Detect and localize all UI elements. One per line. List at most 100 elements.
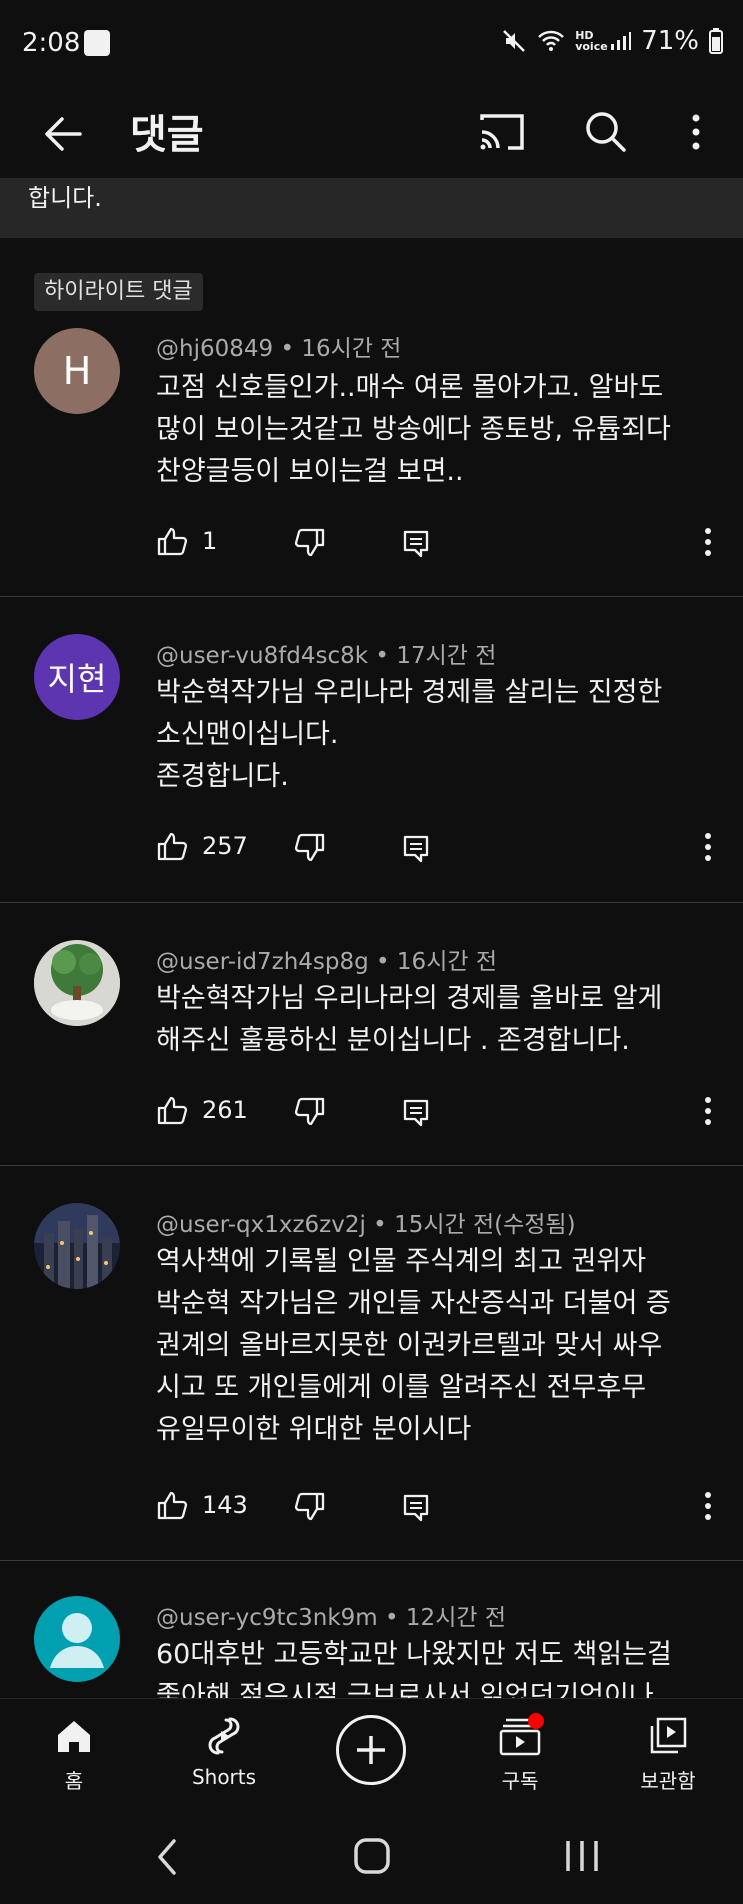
comment-line: 유일무이한 위대한 분이시다 xyxy=(156,1414,472,1445)
avatar[interactable] xyxy=(34,1596,120,1682)
plus-icon xyxy=(357,1736,385,1764)
like-count: 261 xyxy=(202,1096,248,1124)
page-title: 댓글 xyxy=(130,112,204,158)
like-count: 1 xyxy=(202,527,218,555)
comment-item: @user-yc9tc3nk9m • 12시간 전 60대후반 고등학교만 나왔… xyxy=(0,1560,743,1698)
comment-line: 박순혁 작가님은 개인들 자산증식과 더불어 증 xyxy=(156,1288,671,1319)
nav-library-label: 보관함 xyxy=(640,1769,696,1793)
nav-subscriptions[interactable]: 구독 xyxy=(460,1713,580,1794)
comment-line: 권계의 올바르지못한 이권카르텔과 맞서 싸우 xyxy=(156,1330,663,1361)
comment-line: 역사책에 기록될 인물 주식계의 최고 권위자 xyxy=(156,1246,647,1277)
comment-actions: 1 xyxy=(156,525,716,565)
search-button[interactable] xyxy=(578,104,634,160)
nav-subscriptions-label: 구독 xyxy=(501,1769,539,1793)
comment-line: 박순혁작가님 우리나라의 경제를 올바로 알게 xyxy=(156,983,663,1014)
dislike-button[interactable] xyxy=(294,527,326,563)
comment-line: 소신맨이십니다. xyxy=(156,719,339,750)
comment-time: 12시간 전 xyxy=(405,1605,506,1631)
dislike-button[interactable] xyxy=(294,1491,326,1527)
notification-app-icon xyxy=(84,30,110,56)
battery-icon xyxy=(709,28,723,54)
system-back-icon[interactable] xyxy=(150,1836,186,1878)
more-vertical-icon xyxy=(705,528,711,556)
nav-shorts[interactable]: Shorts xyxy=(164,1713,284,1789)
comment-text[interactable]: 고점 신호들인가..매수 여론 몰아가고. 알바도 많이 보이는것같고 방송에다… xyxy=(156,367,716,493)
avatar[interactable] xyxy=(34,940,120,1026)
status-icons: HD voice 71% xyxy=(501,26,723,56)
comment-more-button[interactable] xyxy=(696,1094,720,1132)
cast-button[interactable] xyxy=(474,104,530,160)
comment-text[interactable]: 역사책에 기록될 인물 주식계의 최고 권위자 박순혁 작가님은 개인들 자산증… xyxy=(156,1241,716,1451)
comment-author[interactable]: @user-qx1xz6zv2j xyxy=(156,1212,366,1238)
comment-author[interactable]: @user-id7zh4sp8g xyxy=(156,949,369,975)
reply-button[interactable] xyxy=(402,834,430,868)
highlighted-comment-badge: 하이라이트 댓글 xyxy=(34,273,203,311)
avatar-letter: 지현 xyxy=(47,660,107,698)
comment-line: 존경합니다. xyxy=(156,761,289,792)
comment-item: @user-id7zh4sp8g • 16시간 전 박순혁작가님 우리나라의 경… xyxy=(0,902,743,1166)
system-navigation-bar xyxy=(0,1810,743,1904)
dislike-button[interactable] xyxy=(294,1096,326,1132)
nav-library[interactable]: 보관함 xyxy=(608,1713,728,1794)
system-recents-icon[interactable] xyxy=(562,1836,602,1876)
comment-text[interactable]: 박순혁작가님 우리나라 경제를 살리는 진정한 소신맨이십니다. 존경합니다. xyxy=(156,672,716,798)
shorts-icon xyxy=(208,1717,240,1755)
status-bar: 2:08 HD voice 71% xyxy=(0,0,743,88)
like-button[interactable]: 1 xyxy=(156,525,217,557)
notification-dot xyxy=(528,1713,544,1729)
back-button[interactable] xyxy=(36,106,92,162)
comment-more-button[interactable] xyxy=(696,525,720,563)
create-button[interactable] xyxy=(336,1715,406,1785)
comment-author[interactable]: @hj60849 xyxy=(156,336,273,362)
dislike-button[interactable] xyxy=(294,832,326,868)
status-time: 2:08 xyxy=(22,28,81,58)
nav-home[interactable]: 홈 xyxy=(14,1713,134,1794)
pinned-comment-text: 합니다. xyxy=(28,184,102,212)
search-icon xyxy=(586,112,626,152)
library-icon xyxy=(650,1717,687,1754)
comment-author[interactable]: @user-yc9tc3nk9m xyxy=(156,1605,378,1631)
avatar[interactable]: H xyxy=(34,328,120,414)
more-options-button[interactable] xyxy=(672,104,720,160)
comment-meta: @user-yc9tc3nk9m • 12시간 전 xyxy=(156,1605,506,1631)
reply-button[interactable] xyxy=(402,1493,430,1527)
city-photo-icon xyxy=(34,1203,120,1289)
comment-text[interactable]: 박순혁작가님 우리나라의 경제를 올바로 알게 해주신 훌륭하신 분이십니다 .… xyxy=(156,978,716,1062)
reply-button[interactable] xyxy=(402,1098,430,1132)
reply-button[interactable] xyxy=(402,529,430,563)
thumbs-up-icon xyxy=(157,527,188,556)
like-button[interactable]: 257 xyxy=(156,830,248,862)
comment-meta: @user-id7zh4sp8g • 16시간 전 xyxy=(156,949,497,975)
nav-shorts-label: Shorts xyxy=(191,1765,257,1789)
avatar-letter: H xyxy=(62,349,92,393)
like-button[interactable]: 261 xyxy=(156,1094,248,1126)
comment-line: 60대후반 고등학교만 나왔지만 저도 책읽는걸 xyxy=(156,1639,672,1670)
bottom-navigation: 홈 Shorts 구독 보관함 xyxy=(0,1698,743,1811)
thumbs-up-icon xyxy=(157,832,188,861)
home-icon xyxy=(58,1721,90,1752)
comment-more-button[interactable] xyxy=(696,1489,720,1527)
comment-time: 16시간 전 xyxy=(396,949,497,975)
comment-line: 박순혁작가님 우리나라 경제를 살리는 진정한 xyxy=(156,677,663,708)
comment-meta: @user-vu8fd4sc8k • 17시간 전 xyxy=(156,643,497,669)
thumbs-down-icon xyxy=(294,833,325,862)
like-button[interactable]: 143 xyxy=(156,1489,248,1521)
reply-comment-icon xyxy=(403,835,429,863)
plant-photo-icon xyxy=(34,940,120,1026)
pinned-comment-preview[interactable]: 합니다. xyxy=(0,178,743,238)
comment-text[interactable]: 60대후반 고등학교만 나왔지만 저도 책읽는걸 좋아해 젊은시절 금브로사서 … xyxy=(156,1634,716,1698)
hd-voice-label: HD voice xyxy=(575,29,608,53)
signal-icon xyxy=(611,32,632,50)
comment-meta: @hj60849 • 16시간 전 xyxy=(156,336,402,362)
comment-author[interactable]: @user-vu8fd4sc8k xyxy=(156,643,368,669)
system-home-icon[interactable] xyxy=(352,1836,392,1876)
avatar[interactable]: 지현 xyxy=(34,634,120,720)
comment-item: 지현 @user-vu8fd4sc8k • 17시간 전 박순혁작가님 우리나라… xyxy=(0,596,743,903)
comment-line: 시고 또 개인들에게 이를 알려주신 전무후무 xyxy=(156,1372,647,1403)
comment-more-button[interactable] xyxy=(696,830,720,868)
reply-comment-icon xyxy=(403,1494,429,1522)
comment-actions: 143 xyxy=(156,1489,716,1529)
more-vertical-icon xyxy=(705,1492,711,1520)
thumbs-down-icon xyxy=(294,1492,325,1521)
avatar[interactable] xyxy=(34,1203,120,1289)
